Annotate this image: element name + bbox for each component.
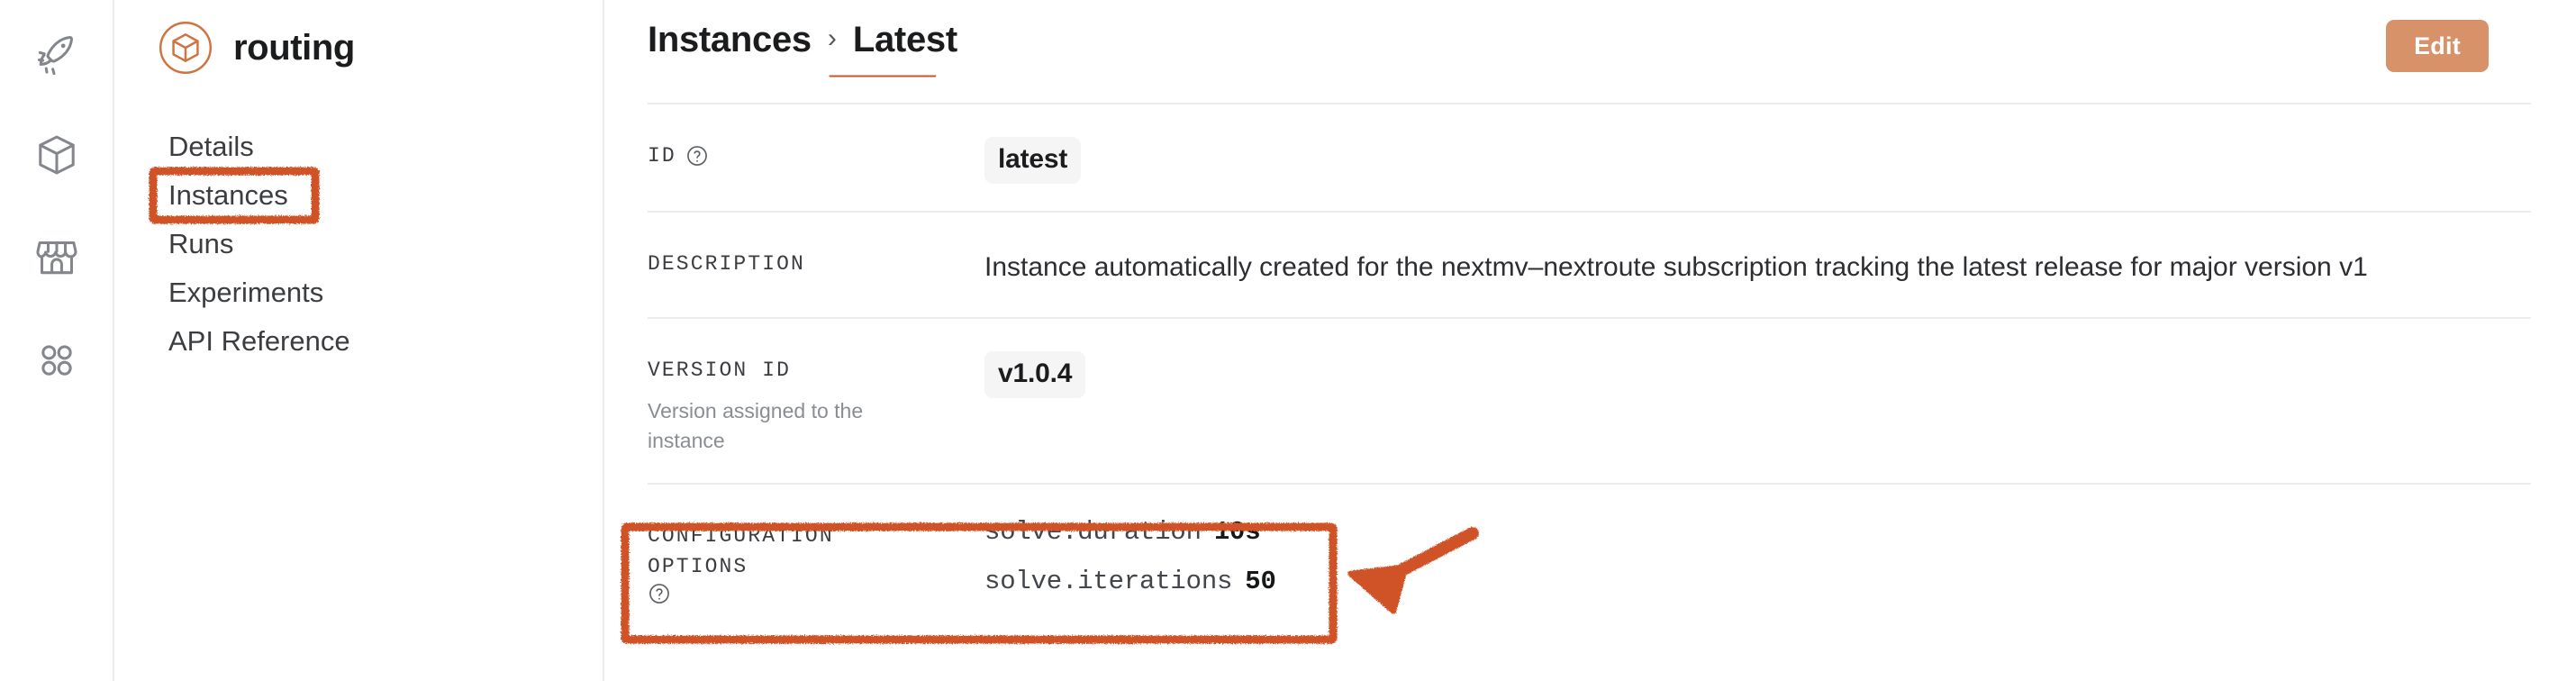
detail-row-id-label-text: ID: [648, 144, 676, 168]
detail-row-description-value-col: Instance automatically created for the n…: [984, 243, 2531, 290]
configuration-option-row: solve.iterations 50: [984, 567, 2531, 596]
rail-item-apps[interactable]: [24, 123, 89, 187]
detail-row-id-label: ID: [648, 141, 945, 171]
detail-row-id-label-col: ID: [648, 135, 984, 171]
rail-item-more[interactable]: [24, 328, 89, 393]
breadcrumb: Instances › Latest: [648, 20, 957, 60]
sidebar-item-api-reference[interactable]: API Reference: [168, 317, 350, 366]
project-name: routing: [233, 27, 355, 68]
rail-item-marketplace[interactable]: [24, 225, 89, 290]
breadcrumb-item-latest: Latest: [852, 20, 957, 59]
page-header: Instances › Latest Edit: [648, 0, 2531, 103]
global-icon-rail: [0, 0, 114, 681]
detail-row-configuration-options-label-text: CONFIGURATION OPTIONS: [648, 524, 834, 578]
edit-button[interactable]: Edit: [2386, 20, 2489, 72]
help-icon[interactable]: [685, 144, 709, 168]
detail-row-version-id: VERSION ID Version assigned to the insta…: [648, 317, 2531, 483]
detail-row-configuration-options-value-col: solve.duration 10s solve.iterations 50: [984, 515, 2531, 596]
project-sidebar: routing Details Instances Runs Experimen…: [114, 0, 604, 681]
breadcrumb-separator-icon: ›: [827, 23, 837, 53]
detail-row-id-value-col: latest: [984, 135, 2531, 184]
configuration-option-key: solve.iterations: [984, 567, 1233, 596]
rocket-icon: [33, 29, 80, 76]
configuration-options-list: solve.duration 10s solve.iterations 50: [984, 517, 2531, 596]
detail-row-version-id-label: VERSION ID: [648, 359, 792, 382]
instance-description-value: Instance automatically created for the n…: [984, 252, 2368, 282]
detail-row-description-label: DESCRIPTION: [648, 252, 805, 276]
cube-in-circle-icon: [158, 20, 213, 76]
cube-icon: [33, 132, 80, 178]
app-root: routing Details Instances Runs Experimen…: [0, 0, 2576, 681]
detail-row-version-id-label-col: VERSION ID Version assigned to the insta…: [648, 350, 984, 456]
rail-item-deployments[interactable]: [24, 20, 89, 85]
detail-row-description: DESCRIPTION Instance automatically creat…: [648, 211, 2531, 317]
detail-row-version-id-sublabel: Version assigned to the instance: [648, 399, 864, 452]
main-content: Instances › Latest Edit ID latest DESCRI…: [604, 0, 2576, 681]
configuration-option-value: 10s: [1213, 517, 1261, 547]
sidebar-item-details[interactable]: Details: [168, 123, 254, 171]
version-id-value: v1.0.4: [984, 351, 1086, 398]
instance-id-value: latest: [984, 137, 1082, 184]
help-icon[interactable]: [648, 582, 671, 605]
detail-row-configuration-options: CONFIGURATION OPTIONS solve.duration 10s…: [648, 483, 2531, 632]
project-header: routing: [158, 20, 603, 76]
detail-row-configuration-options-label-col: CONFIGURATION OPTIONS: [648, 515, 984, 605]
sidebar-item-experiments[interactable]: Experiments: [168, 268, 323, 317]
sidebar-item-instances[interactable]: Instances: [168, 171, 288, 220]
detail-row-version-id-value-col: v1.0.4: [984, 350, 2531, 398]
detail-row-configuration-options-label: CONFIGURATION OPTIONS: [648, 521, 945, 605]
detail-row-description-label-col: DESCRIPTION: [648, 243, 984, 279]
breadcrumb-item-instances[interactable]: Instances: [648, 20, 812, 60]
grid-icon: [33, 337, 80, 384]
configuration-option-key: solve.duration: [984, 517, 1202, 547]
project-nav: Details Instances Runs Experiments API R…: [158, 123, 603, 366]
detail-row-id: ID latest: [648, 103, 2531, 211]
configuration-option-value: 50: [1245, 567, 1276, 596]
sidebar-item-runs[interactable]: Runs: [168, 220, 233, 268]
instance-detail-rows: ID latest DESCRIPTION Instance automatic…: [648, 103, 2531, 632]
configuration-option-row: solve.duration 10s: [984, 517, 2531, 547]
store-icon: [33, 234, 80, 281]
